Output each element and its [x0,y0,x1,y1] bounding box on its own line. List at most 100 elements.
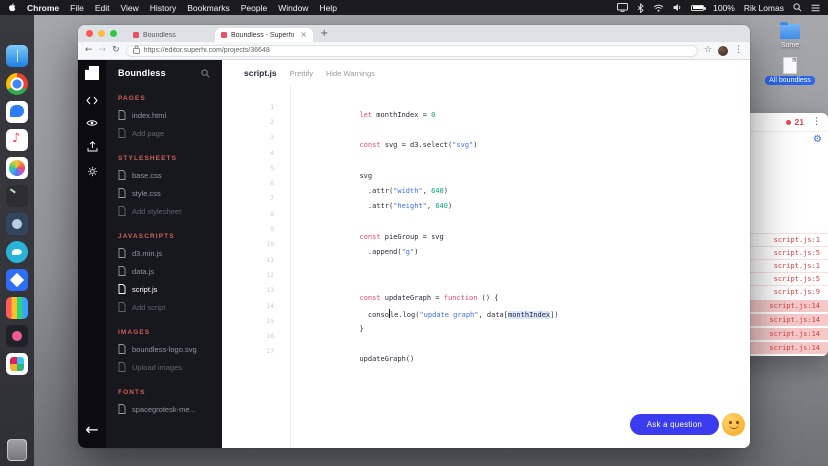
browser-tab[interactable]: Boundless [127,28,215,42]
sidebar-item-label: script.js [132,285,157,294]
sidebar-section: STYLESHEETS base.css style.css [106,155,222,220]
sidebar-file-item[interactable]: Add script [106,298,222,316]
code-token: 0 [431,111,435,119]
hide-warnings-button[interactable]: Hide Warnings [326,69,375,78]
line-number: 5 [222,164,282,172]
back-arrow-button[interactable] [78,422,106,438]
dropbox-icon[interactable] [6,269,28,291]
project-title: Boundless [118,68,166,78]
bookmark-star-icon[interactable] [704,46,712,55]
sidebar-file-item[interactable]: d3.min.js [106,244,222,262]
sidebar-item-label: base.css [132,171,162,180]
sidebar-file-item[interactable]: style.css [106,184,222,202]
browser-menu-icon[interactable] [734,46,743,55]
volume-icon[interactable] [673,3,682,12]
superhi-logo[interactable] [85,66,99,80]
line-number: 12 [222,271,282,279]
tweetbot-icon[interactable] [6,213,28,235]
battery-icon[interactable] [691,5,704,11]
forward-button[interactable] [99,46,107,55]
preview-eye-icon[interactable] [86,119,98,127]
menu-item[interactable]: Window [278,3,308,13]
menu-item[interactable]: Edit [95,3,110,13]
line-number: 13 [222,286,282,294]
menu-item[interactable]: Chrome [27,3,59,13]
share-upload-icon[interactable] [87,141,98,152]
bluetooth-icon[interactable] [637,3,644,13]
sidebar-file-item[interactable]: Add page [106,124,222,142]
display-icon[interactable] [617,3,628,12]
finder-icon[interactable] [6,45,28,67]
browser-tab[interactable]: Boundless - Superhi [215,28,313,42]
tab-close-icon[interactable] [300,31,307,39]
sidebar-file-item[interactable]: index.html [106,106,222,124]
sidebar-section-label: FONTS [106,389,222,396]
file-icon [118,170,126,180]
sidebar-item-label: Add stylesheet [132,207,181,216]
desktop-icon[interactable]: All boundless [765,57,815,85]
close-window-button[interactable] [86,30,93,37]
chrome-icon[interactable] [6,73,28,95]
code-token: ) [414,248,418,256]
reload-button[interactable] [112,46,120,55]
search-icon[interactable] [201,69,210,78]
minimize-window-button[interactable] [98,30,105,37]
error-count-badge[interactable]: 21 [795,117,804,127]
menu-item[interactable]: Bookmarks [187,3,230,13]
trash-icon[interactable] [7,439,27,461]
smiley-help-button[interactable] [722,413,745,436]
terminal-icon[interactable] [6,185,28,207]
browser-tabs: Boundless Boundless - Superhi [127,25,313,42]
ask-question-button[interactable]: Ask a question [630,414,719,435]
apple-menu-icon[interactable] [8,2,17,13]
sidebar-item-label: boundless-logo.svg [132,345,197,354]
messages-icon[interactable] [6,101,28,123]
menu-item[interactable]: History [150,3,176,13]
menu-item[interactable]: People [241,3,267,13]
sketch-icon[interactable] [6,297,28,319]
slack-icon[interactable] [6,353,28,375]
editor-icon-rail [78,60,106,448]
console-settings-gear-icon[interactable] [813,135,822,145]
panel-menu-icon[interactable] [812,117,821,127]
menu-item[interactable]: File [70,3,84,13]
settings-gear-icon[interactable] [87,166,98,177]
desktop-icon[interactable]: Some [777,24,803,50]
page-security-icon[interactable] [133,45,140,56]
file-icon [118,188,126,198]
prettify-button[interactable]: Prettify [290,69,313,78]
sidebar-file-item[interactable]: boundless-logo.svg [106,340,222,358]
console-error-ref: script.js:1 [774,262,820,270]
menu-item[interactable]: Help [319,3,336,13]
zoom-window-button[interactable] [110,30,117,37]
sidebar-item-label: d3.min.js [132,249,162,258]
desktop-icon-label: Some [777,41,803,50]
sidebar-file-item[interactable]: Upload images [106,358,222,376]
code-token: monthIndex [508,311,550,319]
spotlight-search-icon[interactable] [793,3,802,12]
music-icon[interactable] [6,129,28,151]
file-icon [118,266,126,276]
figma-icon[interactable] [6,325,28,347]
back-button[interactable] [85,46,93,55]
notification-center-icon[interactable] [811,4,820,12]
traffic-lights [86,30,117,37]
twitter-icon[interactable] [6,241,28,263]
sidebar-section-label: JAVASCRIPTS [106,233,222,240]
sidebar-file-item[interactable]: spacegrotesk-me... [106,400,222,418]
open-file-tab[interactable]: script.js [244,68,277,78]
code-editor[interactable]: 1 let monthIndex = 0 2 3 [222,86,750,448]
new-tab-button[interactable] [320,29,328,39]
menu-item[interactable]: View [120,3,138,13]
code-editor-icon[interactable] [86,96,98,105]
wifi-icon[interactable] [653,4,664,12]
code-token: "height" [393,202,427,210]
sidebar-file-item[interactable]: script.js [106,280,222,298]
sidebar-file-item[interactable]: Add stylesheet [106,202,222,220]
address-bar[interactable]: https://editor.superhi.com/projects/3664… [126,45,698,57]
sidebar-file-item[interactable]: data.js [106,262,222,280]
user-menu[interactable]: Rik Lomas [744,3,784,13]
photos-icon[interactable] [6,157,28,179]
browser-profile-avatar[interactable] [718,46,728,56]
sidebar-file-item[interactable]: base.css [106,166,222,184]
